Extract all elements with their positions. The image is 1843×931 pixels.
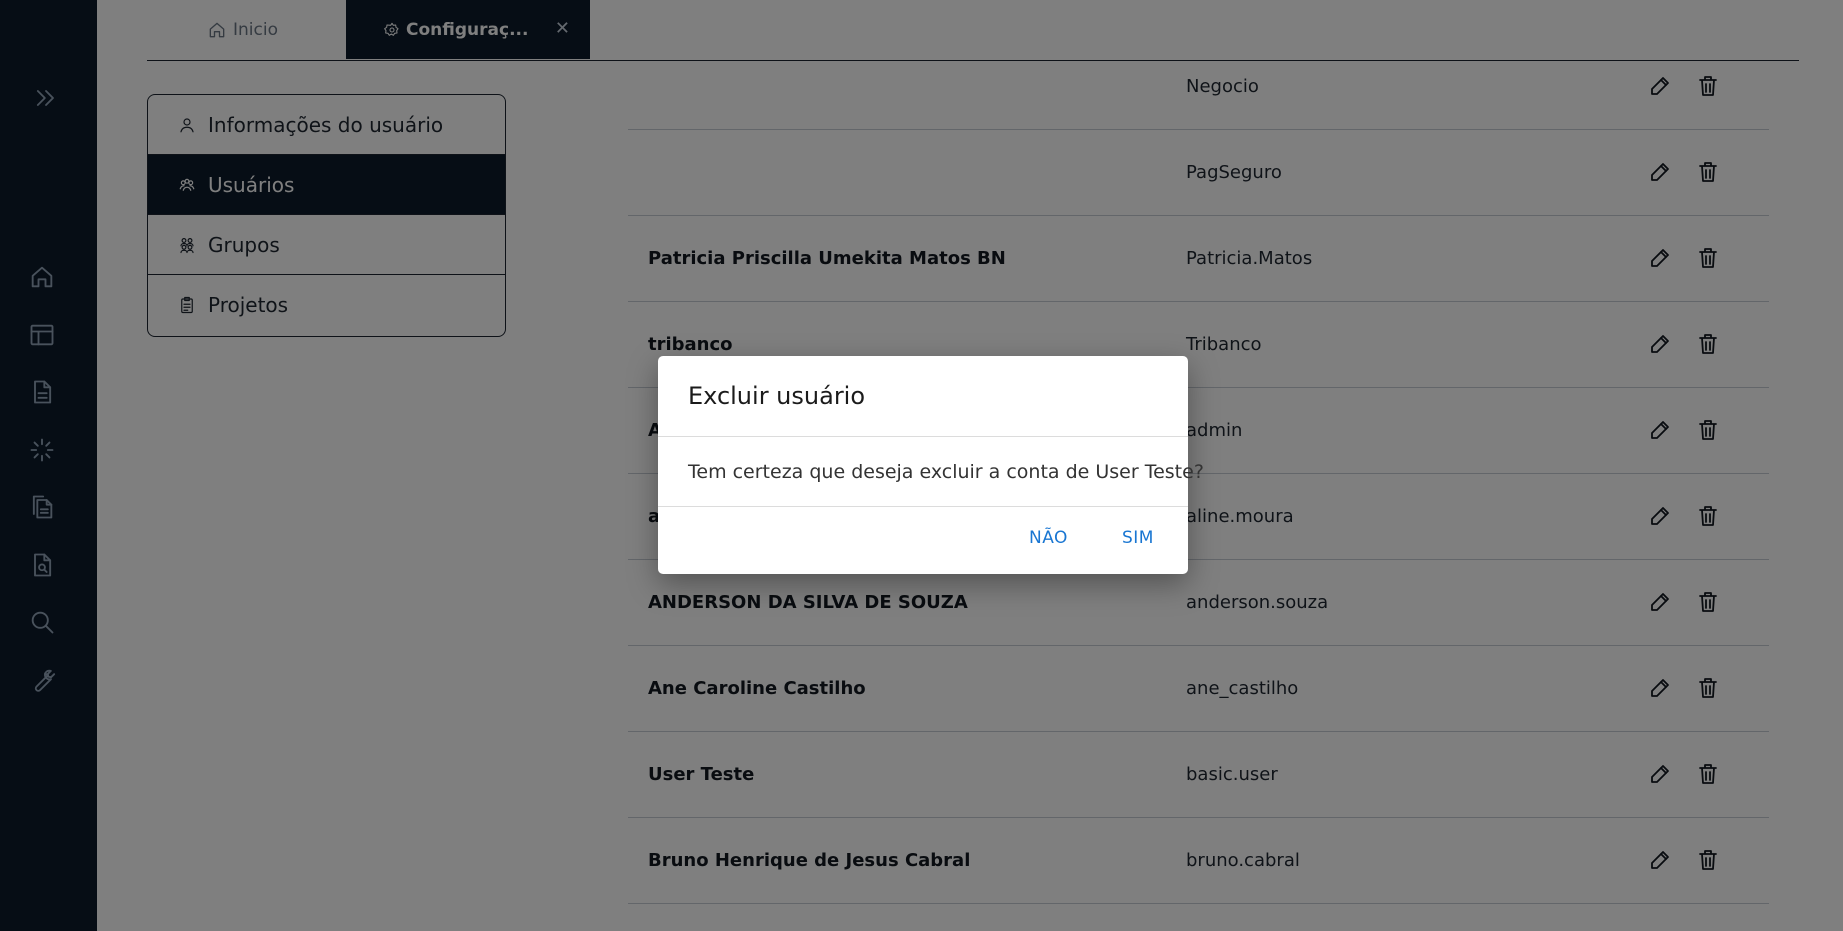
cancel-button[interactable]: NÃO (1029, 528, 1068, 548)
confirm-button[interactable]: SIM (1122, 528, 1154, 548)
delete-user-dialog: Excluir usuário Tem certeza que deseja e… (658, 356, 1204, 574)
dialog-divider (658, 436, 1188, 437)
dialog-divider (658, 506, 1188, 507)
dialog-title: Excluir usuário (688, 382, 866, 410)
dialog-message: Tem certeza que deseja excluir a conta d… (688, 461, 1204, 483)
